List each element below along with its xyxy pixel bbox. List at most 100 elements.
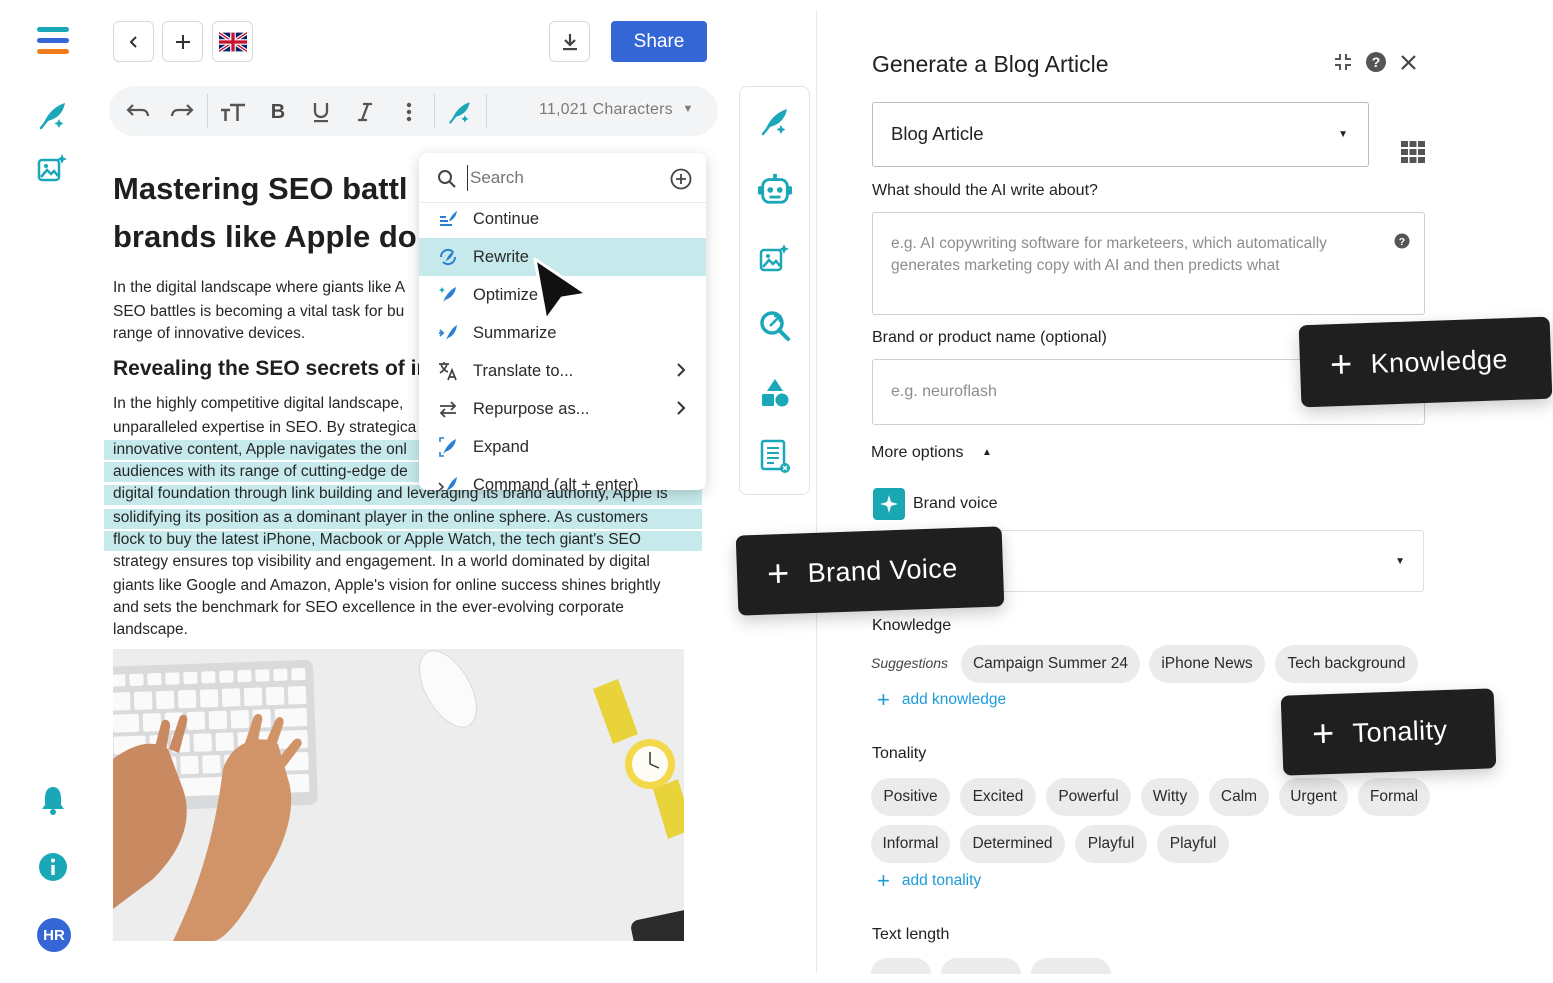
paragraph-line[interactable]: solidifying its position as a dominant p… (113, 509, 648, 527)
character-count[interactable]: 11,021 Characters ▼ (539, 101, 694, 119)
uk-flag-icon (218, 31, 247, 52)
chatbot-icon[interactable] (757, 171, 793, 207)
tonality-chip[interactable]: Formal (1358, 778, 1430, 816)
paragraph-line[interactable]: flock to buy the latest iPhone, Macbook … (113, 531, 641, 549)
section-heading[interactable]: Revealing the SEO secrets of in (113, 357, 429, 381)
paragraph-line[interactable]: In the digital landscape where giants li… (113, 279, 405, 297)
document-title-line[interactable]: brands like Apple do (113, 219, 417, 255)
menu-item-translate[interactable]: Translate to... (419, 352, 706, 390)
panel-title: Generate a Blog Article (872, 51, 1109, 77)
shapes-icon[interactable] (757, 375, 793, 411)
add-circle-icon[interactable] (670, 168, 692, 190)
redo-icon[interactable] (169, 99, 195, 125)
plus-icon: + (877, 687, 890, 712)
topic-textarea[interactable]: e.g. AI copywriting software for markete… (872, 212, 1425, 315)
more-vertical-icon[interactable] (396, 99, 422, 125)
menu-icon[interactable] (36, 24, 70, 58)
paragraph-line[interactable]: and sets the benchmark for SEO excellenc… (113, 599, 624, 617)
bell-icon[interactable] (36, 783, 70, 817)
italic-icon[interactable] (352, 99, 378, 125)
avatar[interactable]: HR (37, 918, 71, 952)
paragraph-line[interactable]: audiences with its range of cutting-edge… (113, 463, 408, 481)
tonality-chip[interactable]: Positive (871, 778, 950, 816)
knowledge-chip[interactable]: Campaign Summer 24 (961, 645, 1140, 683)
share-button[interactable]: Share (611, 21, 707, 62)
help-icon[interactable]: ? (1365, 51, 1387, 73)
tonality-label: Tonality (872, 745, 927, 762)
tonality-chip[interactable]: Calm (1209, 778, 1269, 816)
text-length-chip[interactable] (871, 958, 931, 974)
paragraph-line[interactable]: In the highly competitive digital landsc… (113, 395, 403, 413)
caret-down-icon: ▼ (682, 103, 694, 115)
paragraph-line[interactable]: strategy ensures top visibility and enga… (113, 553, 650, 571)
article-type-select[interactable]: Blog Article ▼ (872, 102, 1369, 167)
document-template-icon[interactable] (757, 439, 793, 475)
paragraph-line[interactable]: range of innovative devices. (113, 325, 305, 343)
tonality-chip[interactable]: Urgent (1279, 778, 1348, 816)
search-icon (438, 170, 456, 188)
undo-icon[interactable] (125, 99, 151, 125)
grid-view-icon[interactable] (1401, 141, 1425, 163)
text-size-icon[interactable] (220, 99, 246, 125)
paragraph-line[interactable]: SEO battles is becoming a vital task for… (113, 303, 404, 321)
menu-item-command[interactable]: Command (alt + enter) (419, 466, 706, 490)
text-length-label: Text length (872, 926, 950, 943)
info-icon[interactable] (36, 850, 70, 884)
tonality-chip[interactable]: Excited (960, 778, 1036, 816)
tonality-chip[interactable]: Determined (960, 825, 1065, 863)
article-image[interactable] (113, 649, 684, 941)
add-tonality-link[interactable]: + add tonality (877, 870, 981, 892)
download-button[interactable] (549, 21, 590, 62)
tonality-chip[interactable]: Powerful (1046, 778, 1131, 816)
command-icon (437, 474, 459, 490)
bold-icon[interactable]: B (265, 99, 291, 125)
ai-image-icon[interactable] (36, 151, 70, 185)
optimize-icon (437, 284, 459, 306)
suggestions-label: Suggestions (871, 655, 949, 671)
tonality-chip[interactable]: Witty (1141, 778, 1199, 816)
menu-item-expand[interactable]: Expand (419, 428, 706, 466)
language-button[interactable] (212, 21, 253, 62)
knowledge-chip[interactable]: Tech background (1275, 645, 1418, 683)
menu-item-label: Translate to... (473, 361, 574, 380)
tonality-chip[interactable]: Playful (1075, 825, 1147, 863)
svg-text:?: ? (1399, 236, 1405, 248)
brand-voice-callout: + Brand Voice (735, 526, 1005, 616)
document-title-line[interactable]: Mastering SEO battl (113, 171, 408, 207)
more-options-toggle[interactable]: More options ▲ (871, 444, 992, 462)
underline-icon[interactable] (308, 99, 334, 125)
keyboard-photo (113, 649, 684, 941)
add-knowledge-link[interactable]: + add knowledge (877, 689, 1006, 711)
help-icon[interactable]: ? (1394, 233, 1410, 249)
chevron-right-icon (677, 401, 686, 415)
tonality-chip[interactable]: Informal (871, 825, 950, 863)
text-length-chip[interactable] (941, 958, 1021, 974)
text-length-chip[interactable] (1031, 958, 1111, 974)
paragraph-line[interactable]: innovative content, Apple navigates the … (113, 441, 407, 459)
plus-icon: + (877, 868, 890, 893)
collapse-icon[interactable] (1334, 53, 1352, 71)
menu-item-continue[interactable]: Continue (419, 200, 706, 238)
seo-search-icon[interactable] (757, 307, 793, 343)
topic-placeholder: e.g. AI copywriting software for markete… (891, 235, 1327, 274)
ai-writer-icon[interactable] (447, 99, 473, 125)
ai-writer-icon[interactable] (36, 98, 70, 132)
chevron-left-icon (129, 35, 137, 48)
add-button[interactable] (162, 21, 203, 62)
plus-icon (175, 34, 190, 49)
knowledge-chip[interactable]: iPhone News (1149, 645, 1265, 683)
ai-writer-icon[interactable] (757, 103, 793, 139)
paragraph-line[interactable]: giants like Google and Amazon, Apple's v… (113, 577, 661, 595)
tonality-chip[interactable]: Playful (1157, 825, 1229, 863)
mouse-cursor-icon (533, 257, 589, 322)
menu-item-repurpose[interactable]: Repurpose as... (419, 390, 706, 428)
ai-image-icon[interactable] (757, 240, 793, 276)
caret-down-icon: ▼ (1395, 556, 1405, 567)
paragraph-line[interactable]: landscape. (113, 621, 188, 639)
chevron-right-icon (677, 363, 686, 377)
paragraph-line[interactable]: unparalleled expertise in SEO. By strate… (113, 419, 416, 437)
back-button[interactable] (113, 21, 154, 62)
search-input[interactable] (467, 165, 657, 191)
menu-item-label: Command (alt + enter) (473, 475, 639, 491)
close-icon[interactable] (1400, 54, 1417, 71)
